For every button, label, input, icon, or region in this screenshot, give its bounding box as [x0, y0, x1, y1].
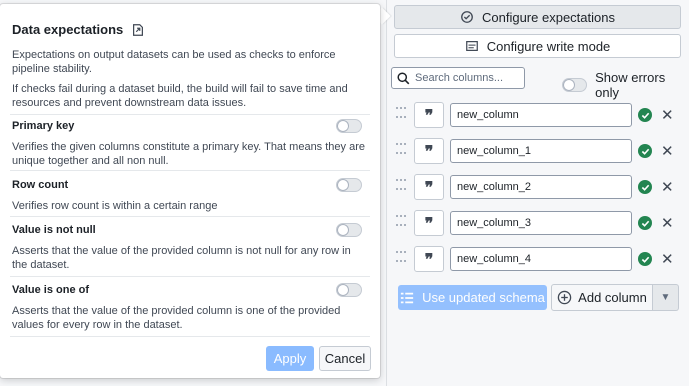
divider: [10, 114, 370, 115]
remove-column-icon[interactable]: ✕: [661, 252, 674, 267]
expectation-name: Row count: [12, 179, 69, 191]
column-name-field[interactable]: new_column_1: [450, 139, 632, 163]
configure-write-mode-button[interactable]: Configure write mode: [394, 34, 681, 58]
expectation-row-count: Row count Verifies row count is within a…: [12, 178, 368, 213]
expectation-value-not-null: Value is not null Asserts that the value…: [12, 223, 368, 272]
valid-check-icon: [638, 108, 652, 122]
remove-column-icon[interactable]: ✕: [661, 108, 674, 123]
column-name-field[interactable]: new_column_4: [450, 247, 632, 271]
divider: [10, 336, 370, 337]
search-columns-field[interactable]: [391, 67, 525, 89]
data-expectations-popover: Data expectations Expectations on output…: [0, 4, 380, 378]
configure-expectations-button[interactable]: Configure expectations: [394, 5, 681, 29]
string-type-button[interactable]: ❞: [414, 138, 444, 164]
open-docs-icon[interactable]: [131, 23, 145, 37]
valid-check-icon: [638, 252, 652, 266]
remove-column-icon[interactable]: ✕: [661, 144, 674, 159]
document-icon: [465, 41, 478, 51]
caret-down-icon: ▼: [660, 292, 671, 303]
valid-check-icon: [638, 216, 652, 230]
popover-title: Data expectations: [12, 22, 124, 37]
remove-column-icon[interactable]: ✕: [661, 216, 674, 231]
divider: [10, 170, 370, 171]
add-column-button[interactable]: Add column: [551, 284, 653, 311]
value-not-null-switch[interactable]: [336, 223, 362, 237]
value-one-of-switch[interactable]: [336, 283, 362, 297]
apply-button[interactable]: Apply: [266, 346, 314, 371]
row-count-switch[interactable]: [336, 178, 362, 192]
expectation-description: Asserts that the value of the provided c…: [12, 245, 351, 271]
string-type-button[interactable]: ❞: [414, 246, 444, 272]
column-row: ❞ new_column_2 ✕: [396, 174, 674, 200]
expectation-primary-key: Primary key Verifies the given columns c…: [12, 119, 368, 168]
string-type-button[interactable]: ❞: [414, 174, 444, 200]
valid-check-icon: [638, 180, 652, 194]
column-name-field[interactable]: new_column: [450, 103, 632, 127]
expectation-description: Asserts that the value of the provided c…: [12, 305, 341, 331]
column-row: ❞ new_column_1 ✕: [396, 138, 674, 164]
primary-key-switch[interactable]: [336, 119, 362, 133]
popover-description-secondary: If checks fail during a dataset build, t…: [12, 83, 348, 109]
column-row: ❞ new_column ✕: [396, 102, 674, 128]
valid-check-icon: [638, 144, 652, 158]
configure-write-mode-label: Configure write mode: [486, 38, 611, 54]
drag-handle-icon[interactable]: [396, 143, 406, 159]
expectation-name: Value is not null: [12, 224, 96, 236]
search-input[interactable]: [415, 72, 519, 84]
expectation-description: Verifies the given columns constitute a …: [12, 141, 365, 167]
show-errors-label: Show errors only: [595, 70, 666, 100]
use-updated-schema-label: Use updated schema: [422, 290, 545, 305]
column-row: ❞ new_column_3 ✕: [396, 210, 674, 236]
expectation-description: Verifies row count is within a certain r…: [12, 200, 218, 212]
popover-title-row: Data expectations: [12, 22, 145, 37]
expectation-value-one-of: Value is one of Asserts that the value o…: [12, 283, 368, 332]
drag-handle-icon[interactable]: [396, 179, 406, 195]
add-column-dropdown-button[interactable]: ▼: [653, 284, 679, 311]
search-icon: [397, 71, 410, 84]
show-errors-toggle-group[interactable]: Show errors only: [562, 70, 689, 100]
string-type-button[interactable]: ❞: [414, 210, 444, 236]
cancel-button[interactable]: Cancel: [319, 346, 371, 371]
divider: [10, 276, 370, 277]
column-row: ❞ new_column_4 ✕: [396, 246, 674, 272]
divider: [10, 216, 370, 217]
string-type-button[interactable]: ❞: [414, 102, 444, 128]
show-errors-switch[interactable]: [562, 78, 588, 92]
add-circle-icon: [557, 290, 572, 305]
list-icon: [400, 292, 414, 303]
drag-handle-icon[interactable]: [396, 215, 406, 231]
remove-column-icon[interactable]: ✕: [661, 180, 674, 195]
popover-description: Expectations on output datasets can be u…: [12, 49, 336, 75]
drag-handle-icon[interactable]: [396, 251, 406, 267]
add-column-label: Add column: [578, 290, 647, 305]
expectation-name: Value is one of: [12, 284, 90, 296]
refresh-check-icon: [461, 11, 473, 23]
column-name-field[interactable]: new_column_2: [450, 175, 632, 199]
column-name-field[interactable]: new_column_3: [450, 211, 632, 235]
use-updated-schema-button[interactable]: Use updated schema: [398, 285, 547, 310]
configure-expectations-label: Configure expectations: [482, 9, 615, 25]
drag-handle-icon[interactable]: [396, 107, 406, 123]
expectation-name: Primary key: [12, 120, 75, 132]
